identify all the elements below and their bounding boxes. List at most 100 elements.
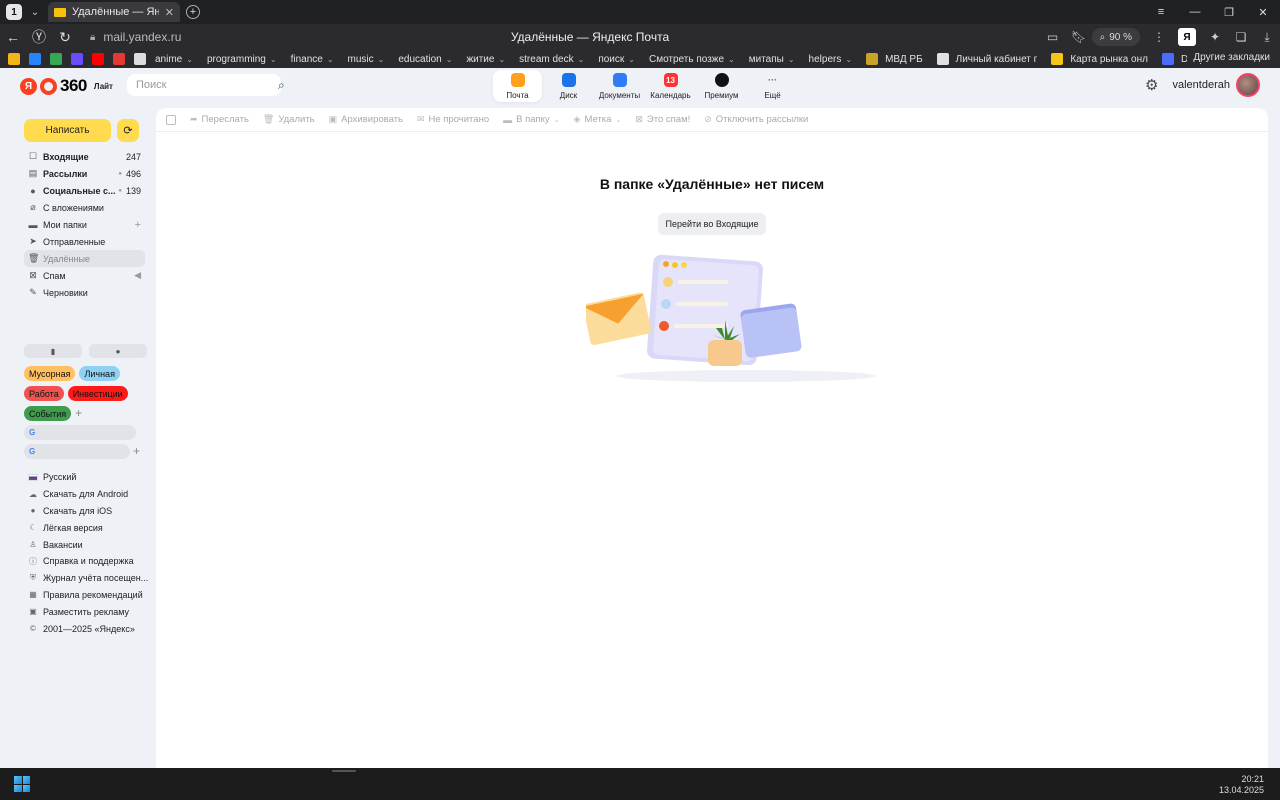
folder-item[interactable]: ▬ Мои папки + (24, 216, 145, 233)
spam-button[interactable]: ⊠ Это спам! (635, 114, 690, 125)
footer-link[interactable]: ▣ Разместить рекламу (24, 603, 149, 620)
footer-link[interactable]: © 2001—2025 «Яндекс» (24, 620, 149, 637)
new-tab-button[interactable]: + (186, 5, 200, 19)
downloads-icon[interactable]: ⤓ (1254, 30, 1280, 45)
system-clock[interactable]: 20:21 13.04.2025 (1219, 774, 1264, 796)
avatar[interactable] (1236, 73, 1260, 97)
footer-link[interactable]: ● Скачать для iOS (24, 503, 149, 520)
label-chip[interactable]: Инвестиции (67, 386, 128, 401)
bookmark-item[interactable]: Смотреть позже ⌄ (649, 54, 735, 65)
bookmark-item[interactable]: поиск ⌄ (598, 54, 635, 65)
service-calendar[interactable]: 13 Календарь (646, 70, 695, 102)
search-box[interactable]: ⌕ (127, 74, 285, 96)
close-window-icon[interactable]: ✕ (1246, 6, 1280, 19)
bookmark-page-icon[interactable]: 🔖︎ (1066, 30, 1092, 44)
yandex-button[interactable]: Я (1178, 28, 1196, 46)
dot-tab-icon[interactable]: ● (89, 344, 147, 358)
label-chip[interactable]: Мусорная (24, 366, 76, 381)
gear-icon[interactable]: ⚙ (1145, 76, 1158, 94)
bookmark-item[interactable]: education ⌄ (398, 54, 452, 65)
extensions-icon[interactable]: ✦ (1202, 30, 1228, 44)
goto-inbox-button[interactable]: Перейти во Входящие (658, 213, 766, 235)
bookmark-item[interactable]: stream deck ⌄ (519, 54, 584, 65)
bookmark-item[interactable]: anime ⌄ (155, 54, 193, 65)
reload-icon[interactable]: ↻ (52, 29, 78, 46)
add-folder-icon[interactable]: + (135, 219, 141, 231)
clear-spam-icon[interactable]: ◀ (134, 270, 141, 281)
username[interactable]: valentderah (1173, 79, 1231, 91)
forward-button[interactable]: ➦ Переслать (190, 114, 249, 125)
bookmark-item[interactable]: МВД РБ (866, 53, 923, 65)
bookmark-item[interactable] (134, 53, 153, 65)
footer-link[interactable]: ⓘ Справка и поддержка (24, 553, 149, 570)
bookmark-item[interactable]: митапы ⌄ (749, 54, 795, 65)
back-icon[interactable]: ← (0, 29, 26, 45)
bookmark-item[interactable]: Карта рынка онл (1051, 53, 1148, 65)
label-chip[interactable]: Личная (79, 366, 120, 381)
folder-item[interactable]: ▤ Рассылки ● 496 (24, 165, 145, 182)
service-mail[interactable]: Почта (493, 70, 542, 102)
tab-list-chevron-icon[interactable]: ⌄ (26, 3, 44, 21)
zoom-indicator[interactable]: ⌕ 90 % (1091, 28, 1140, 46)
google-account-bar-2[interactable]: G (24, 444, 130, 459)
search-icon[interactable]: ⌕ (278, 78, 285, 93)
reader-mode-icon[interactable]: ▭ (1040, 30, 1066, 44)
archive-button[interactable]: ▣ Архивировать (329, 114, 403, 125)
tab-counter[interactable]: 1 (6, 4, 22, 20)
folder-item[interactable]: ➤ Отправленные (24, 233, 145, 250)
bookmark-item[interactable] (50, 53, 69, 65)
bookmark-item[interactable] (29, 53, 48, 65)
yandex-360-logo[interactable]: Я 360 Лайт (20, 76, 113, 96)
bookmark-item[interactable]: житие ⌄ (466, 54, 505, 65)
browser-tab-active[interactable]: Удалённые — Яндекс Почта ✕ (48, 2, 180, 22)
compose-button[interactable]: Написать (24, 119, 111, 142)
add-label-icon[interactable]: + (75, 406, 82, 421)
footer-link[interactable]: Русский (24, 469, 149, 486)
service-docs[interactable]: Документы (595, 70, 644, 102)
footer-link[interactable]: ⛨ Журнал учёта посещен... (24, 570, 149, 587)
to-folder-button[interactable]: ▬ В папку ⌄ (503, 114, 559, 125)
label-button[interactable]: ◈ Метка ⌄ (574, 114, 622, 125)
bookmark-item[interactable]: helpers ⌄ (809, 54, 853, 65)
folder-item[interactable]: ☐ Входящие 247 (24, 148, 145, 165)
folder-item[interactable]: ✎ Черновики (24, 284, 145, 301)
minimize-icon[interactable]: — (1178, 6, 1212, 18)
yandex-shield-icon[interactable]: Ⓨ (26, 27, 52, 47)
unread-button[interactable]: ✉ Не прочитано (417, 114, 489, 125)
folder-item[interactable]: ⊠ Спам ◀ (24, 267, 145, 284)
bookmark-tab-icon[interactable]: ▮ (24, 344, 82, 358)
add-account-icon[interactable]: + (133, 444, 140, 458)
folder-item[interactable]: 🗑 Удалённые (24, 250, 145, 267)
footer-link[interactable]: ♙ Вакансии (24, 536, 149, 553)
unsubscribe-button[interactable]: ⊘ Отключить рассылки (704, 114, 808, 125)
google-account-bar-1[interactable]: G (24, 425, 136, 440)
bookmark-item[interactable] (8, 53, 27, 65)
bookmark-item[interactable] (92, 53, 111, 65)
more-vertical-icon[interactable]: ⋮ (1146, 30, 1172, 44)
menu-icon[interactable]: ≡ (1144, 6, 1178, 18)
refresh-icon[interactable]: ⟳ (117, 119, 139, 142)
bookmark-item[interactable]: music ⌄ (348, 54, 385, 65)
service-premium[interactable]: Премиум (697, 70, 746, 102)
bookmark-item[interactable]: finance ⌄ (291, 54, 334, 65)
folder-item[interactable]: ⌀ С вложениями (24, 199, 145, 216)
footer-link[interactable]: ☾ Лёгкая версия (24, 519, 149, 536)
close-tab-icon[interactable]: ✕ (165, 6, 174, 19)
folder-item[interactable]: ● Социальные с... ● 139 (24, 182, 145, 199)
footer-link[interactable]: ▦ Правила рекомендаций (24, 587, 149, 604)
label-chip[interactable]: События (24, 406, 72, 421)
service-disk[interactable]: Диск (544, 70, 593, 102)
bookmark-item[interactable] (71, 53, 90, 65)
collections-icon[interactable]: ❏ (1228, 30, 1254, 44)
select-all-checkbox[interactable] (166, 114, 176, 125)
bookmark-item[interactable] (113, 53, 132, 65)
other-bookmarks[interactable]: Другие закладки (1187, 52, 1270, 63)
search-input[interactable] (136, 79, 278, 91)
label-chip[interactable]: Работа (24, 386, 64, 401)
bookmark-item[interactable]: programming ⌄ (207, 54, 277, 65)
bookmark-item[interactable]: Личный кабинет г (936, 53, 1037, 65)
delete-button[interactable]: 🗑︎ Удалить (263, 114, 315, 125)
windows-start-icon[interactable] (14, 776, 30, 792)
restore-icon[interactable]: ❐ (1212, 6, 1246, 19)
service-more[interactable]: ··· Ещё (748, 70, 797, 102)
